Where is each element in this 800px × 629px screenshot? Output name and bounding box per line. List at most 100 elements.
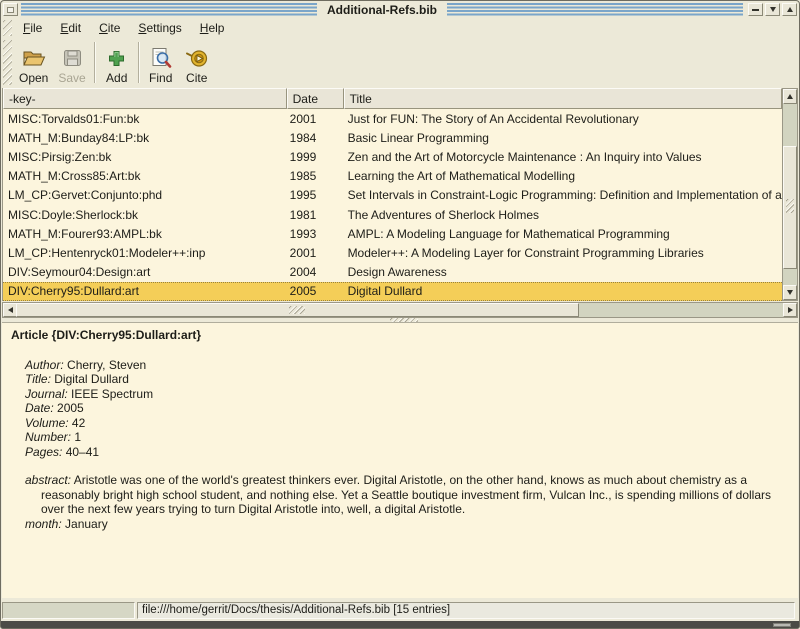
field-value: 2005 bbox=[57, 401, 84, 415]
thumb-grip-icon bbox=[786, 199, 794, 213]
row-key: MISC:Torvalds01:Fun:bk bbox=[3, 112, 287, 126]
menu-item[interactable]: File bbox=[14, 18, 51, 38]
field-value: Digital Dullard bbox=[54, 372, 129, 386]
row-key: MISC:Pirsig:Zen:bk bbox=[3, 150, 287, 164]
detail-field: Number: 1 bbox=[25, 430, 789, 445]
row-title: AMPL: A Modeling Language for Mathematic… bbox=[344, 227, 782, 241]
row-date: 1984 bbox=[287, 131, 344, 145]
minimize-button[interactable] bbox=[748, 3, 763, 16]
entry-detail-pane: Article {DIV:Cherry95:Dullard:art} Autho… bbox=[2, 322, 798, 598]
row-key: MATH_M:Bunday84:LP:bk bbox=[3, 131, 287, 145]
menubar: File Edit Cite Settings Help bbox=[2, 18, 798, 38]
row-key: DIV:Cherry95:Dullard:art bbox=[3, 284, 287, 298]
titlebar-stripes[interactable] bbox=[21, 3, 317, 16]
abstract-text: Aristotle was one of the world's greates… bbox=[41, 473, 771, 516]
row-date: 2001 bbox=[287, 246, 344, 260]
save-floppy-icon bbox=[62, 47, 83, 69]
arrow-right-icon bbox=[788, 307, 793, 313]
table-row[interactable]: MATH_M:Bunday84:LP:bk 1984 Basic Linear … bbox=[3, 128, 782, 147]
field-label: Number: bbox=[25, 430, 71, 444]
field-label: Journal: bbox=[25, 387, 68, 401]
scroll-right-button[interactable] bbox=[783, 303, 797, 317]
row-date: 1995 bbox=[287, 188, 344, 202]
table-row[interactable]: MATH_M:Cross85:Art:bk 1985 Learning the … bbox=[3, 167, 782, 186]
open-button[interactable]: Open bbox=[14, 38, 53, 87]
table-row[interactable]: DIV:Cherry95:Dullard:art 2005 Digital Du… bbox=[3, 282, 782, 301]
row-title: Modeler++: A Modeling Layer for Constrai… bbox=[344, 246, 782, 260]
row-title: Basic Linear Programming bbox=[344, 131, 782, 145]
field-label: Title: bbox=[25, 372, 51, 386]
chevron-down-icon bbox=[770, 7, 776, 12]
toolbar: Open Save Add bbox=[2, 38, 798, 87]
table-row[interactable]: MISC:Pirsig:Zen:bk 1999 Zen and the Art … bbox=[3, 147, 782, 166]
minimize-icon bbox=[752, 9, 759, 11]
window-menu-button[interactable] bbox=[3, 3, 18, 16]
field-value: 40–41 bbox=[66, 445, 99, 459]
statusbar-progress-box bbox=[2, 602, 135, 619]
scroll-left-button[interactable] bbox=[3, 303, 17, 317]
arrow-left-icon bbox=[8, 307, 13, 313]
detail-field: Volume: 42 bbox=[25, 416, 789, 431]
add-button-label: Add bbox=[106, 71, 127, 85]
open-button-label: Open bbox=[19, 71, 48, 85]
column-header-key[interactable]: -key- bbox=[3, 88, 287, 109]
arrow-down-icon bbox=[787, 290, 793, 295]
column-header-title[interactable]: Title bbox=[344, 88, 782, 109]
table-row[interactable]: MISC:Torvalds01:Fun:bk 2001 Just for FUN… bbox=[3, 109, 782, 128]
row-date: 2005 bbox=[287, 284, 344, 298]
table-row[interactable]: MISC:Doyle:Sherlock:bk 1981 The Adventur… bbox=[3, 205, 782, 224]
horizontal-scrollbar-thumb[interactable] bbox=[16, 303, 579, 317]
thumb-grip-icon bbox=[289, 306, 305, 314]
field-value: Cherry, Steven bbox=[67, 358, 146, 372]
table-row[interactable]: LM_CP:Hentenryck01:Modeler++:inp 2001 Mo… bbox=[3, 243, 782, 262]
cite-button[interactable]: Cite bbox=[179, 38, 215, 87]
statusbar-message: file:///home/gerrit/Docs/thesis/Addition… bbox=[137, 602, 795, 619]
month-value: January bbox=[65, 517, 108, 531]
open-folder-icon bbox=[22, 47, 46, 69]
horizontal-scrollbar[interactable] bbox=[2, 302, 798, 318]
field-value: 1 bbox=[74, 430, 81, 444]
find-button[interactable]: Find bbox=[143, 38, 179, 87]
toolbar-separator bbox=[94, 42, 96, 83]
month-label: month: bbox=[25, 517, 62, 531]
column-header-date[interactable]: Date bbox=[287, 88, 344, 109]
window-menu-icon bbox=[7, 7, 14, 13]
titlebar-stripes[interactable] bbox=[447, 3, 743, 16]
toolbar-drag-handle[interactable] bbox=[3, 40, 12, 85]
detail-field: Author: Cherry, Steven bbox=[25, 358, 789, 373]
row-date: 2004 bbox=[287, 265, 344, 279]
vertical-scrollbar[interactable] bbox=[782, 88, 798, 301]
arrow-up-icon bbox=[787, 94, 793, 99]
field-label: Volume: bbox=[25, 416, 69, 430]
menu-item[interactable]: Cite bbox=[90, 18, 129, 38]
detail-field: Date: 2005 bbox=[25, 401, 789, 416]
table-row[interactable]: MATH_M:Fourer93:AMPL:bk 1993 AMPL: A Mod… bbox=[3, 224, 782, 243]
row-key: MATH_M:Cross85:Art:bk bbox=[3, 169, 287, 183]
scroll-up-button[interactable] bbox=[783, 89, 797, 104]
row-title: Set Intervals in Constraint-Logic Progra… bbox=[344, 188, 782, 202]
row-key: MISC:Doyle:Sherlock:bk bbox=[3, 208, 287, 222]
menu-item[interactable]: Settings bbox=[129, 18, 190, 38]
entry-heading: Article {DIV:Cherry95:Dullard:art} bbox=[11, 328, 789, 343]
resize-grip[interactable] bbox=[773, 623, 791, 627]
toolbar-separator bbox=[138, 42, 140, 83]
menubar-drag-handle[interactable] bbox=[3, 20, 12, 36]
menu-item[interactable]: Edit bbox=[51, 18, 90, 38]
add-button[interactable]: Add bbox=[99, 38, 135, 87]
field-value: IEEE Spectrum bbox=[71, 387, 153, 401]
scroll-down-button[interactable] bbox=[783, 285, 797, 300]
shade-button[interactable] bbox=[765, 3, 780, 16]
maximize-button[interactable] bbox=[782, 3, 797, 16]
row-date: 1985 bbox=[287, 169, 344, 183]
menu-item[interactable]: Help bbox=[191, 18, 234, 38]
vertical-scrollbar-thumb[interactable] bbox=[783, 146, 797, 269]
table-row[interactable]: LM_CP:Gervet:Conjunto:phd 1995 Set Inter… bbox=[3, 186, 782, 205]
titlebar: Additional-Refs.bib bbox=[1, 1, 799, 18]
detail-field: Journal: IEEE Spectrum bbox=[25, 387, 789, 402]
find-search-icon bbox=[150, 47, 172, 69]
add-plus-icon bbox=[107, 47, 126, 69]
row-title: The Adventures of Sherlock Holmes bbox=[344, 208, 782, 222]
row-title: Just for FUN: The Story of An Accidental… bbox=[344, 112, 782, 126]
table-row[interactable]: DIV:Seymour04:Design:art 2004 Design Awa… bbox=[3, 263, 782, 282]
table-header: -key- Date Title bbox=[3, 88, 782, 109]
